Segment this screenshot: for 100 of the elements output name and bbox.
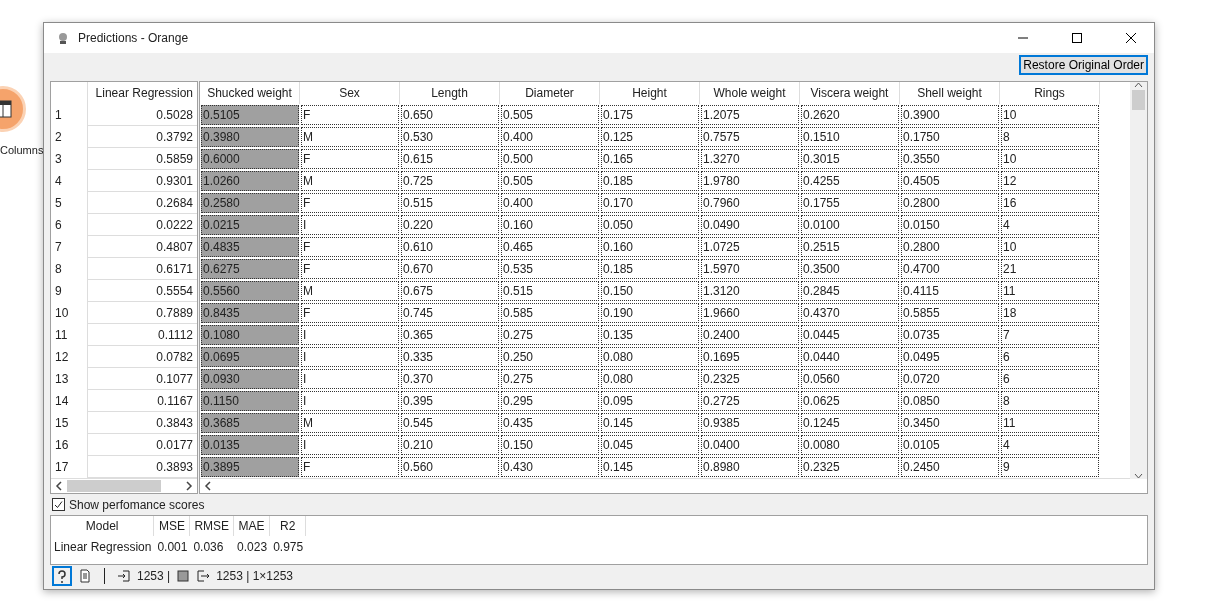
table-cell: 0.0490 — [701, 214, 799, 235]
table-cell: 10 — [1001, 148, 1099, 169]
scroll-down-icon[interactable] — [1134, 472, 1143, 479]
table-cell: 0.0105 — [901, 434, 999, 455]
table-cell: 0.650 — [401, 104, 499, 125]
row-number: 4 — [54, 173, 63, 188]
scroll-left-icon[interactable] — [204, 480, 212, 491]
prediction-cell: 0.0177 — [87, 433, 197, 456]
scroll-up-icon[interactable] — [1134, 81, 1143, 88]
table-cell: 0.3015 — [801, 148, 899, 169]
row-number: 6 — [54, 217, 63, 232]
table-cell: I — [301, 390, 399, 411]
app-icon — [56, 31, 70, 45]
prediction-cell: 0.5028 — [87, 103, 197, 126]
table-cell: 0.505 — [501, 104, 599, 125]
table-cell: 0.435 — [501, 412, 599, 433]
table-cell: 0.190 — [601, 302, 699, 323]
table-cell: 16 — [1001, 192, 1099, 213]
column-header[interactable]: Whole weight — [700, 81, 800, 104]
table-cell: 0.0850 — [901, 390, 999, 411]
table-cell: 0.125 — [601, 126, 699, 147]
table-cell-text: 0.036 — [192, 538, 225, 556]
table-cell: 0.675 — [401, 280, 499, 301]
scores-checkbox[interactable] — [52, 498, 65, 512]
row-number: 11 — [54, 327, 69, 342]
table-cell-text: Linear Regression — [53, 538, 153, 556]
window-title: Predictions - Orange — [78, 31, 190, 45]
table-cell: 21 — [1001, 258, 1099, 279]
row-number: 1 — [54, 107, 63, 122]
help-icon[interactable] — [52, 566, 72, 587]
table-cell: 10 — [1001, 104, 1099, 125]
table-cell: 0.400 — [501, 126, 599, 147]
table-cell: 0.135 — [601, 324, 699, 345]
table-cell: 9 — [1001, 456, 1099, 477]
row-number: 13 — [54, 371, 70, 386]
column-header: Model — [51, 515, 155, 536]
table-cell: 0.560 — [401, 456, 499, 477]
row-number: 2 — [54, 129, 63, 144]
prediction-cell: 0.6171 — [87, 257, 197, 280]
table-cell: 0.505 — [501, 170, 599, 191]
table-cell: 0.8435 — [201, 302, 299, 323]
table-cell: 4 — [1001, 434, 1099, 455]
table-cell-text: 0.023 — [236, 538, 269, 556]
table-cell: 0.3980 — [201, 126, 299, 147]
prediction-cell: 0.3843 — [87, 411, 197, 434]
column-header[interactable]: Rings — [1000, 81, 1100, 104]
table-cell: 8 — [1001, 390, 1099, 411]
restore-order-button[interactable]: Restore Original Order — [1019, 55, 1148, 75]
table-cell: 0.045 — [601, 434, 699, 455]
table-cell: 0.3450 — [901, 412, 999, 433]
row-number: 17 — [54, 459, 70, 474]
scroll-right-icon[interactable] — [185, 480, 193, 491]
table-cell: 1.0725 — [701, 236, 799, 257]
table-cell: 1.5970 — [701, 258, 799, 279]
vertical-scrollbar[interactable] — [1130, 81, 1147, 479]
row-number: 3 — [54, 151, 63, 166]
output-icon — [196, 569, 211, 584]
table-cell: 0.2800 — [901, 236, 999, 257]
row-number: 15 — [54, 415, 70, 430]
table-cell: 0.050 — [601, 214, 699, 235]
scroll-left-icon[interactable] — [55, 480, 63, 491]
table-cell: 0.1245 — [801, 412, 899, 433]
table-cell: 1.2075 — [701, 104, 799, 125]
column-header[interactable]: Length — [400, 81, 500, 104]
row-number: 9 — [54, 283, 63, 298]
close-icon[interactable] — [1125, 32, 1137, 44]
table-cell: 0.2800 — [901, 192, 999, 213]
table-cell: 0.1510 — [801, 126, 899, 147]
table-cell: I — [301, 214, 399, 235]
table-cell: 0.6275 — [201, 258, 299, 279]
table-cell: 0.7575 — [701, 126, 799, 147]
table-cell: 0.2845 — [801, 280, 899, 301]
table-cell: 0.530 — [401, 126, 499, 147]
table-cell: 0.2325 — [701, 368, 799, 389]
column-header[interactable]: Height — [600, 81, 700, 104]
scrollbar-thumb[interactable] — [67, 479, 161, 492]
scrollbar-thumb[interactable] — [1132, 89, 1145, 110]
table-cell: 0.150 — [601, 280, 699, 301]
table-cell: 0.2450 — [901, 456, 999, 477]
table-cell: 0.145 — [601, 456, 699, 477]
table-cell: 10 — [1001, 236, 1099, 257]
column-header[interactable]: Sex — [300, 81, 400, 104]
column-header[interactable]: Viscera weight — [800, 81, 900, 104]
table-cell: 0.6000 — [201, 148, 299, 169]
column-header[interactable]: Diameter — [500, 81, 600, 104]
table-cell: 11 — [1001, 412, 1099, 433]
table-cell: 0.335 — [401, 346, 499, 367]
column-header[interactable]: Linear Regression — [87, 81, 197, 104]
table-cell: F — [301, 148, 399, 169]
table-cell: 0.165 — [601, 148, 699, 169]
table-cell: 0.3900 — [901, 104, 999, 125]
column-header: RMSE — [190, 515, 235, 536]
table-cell: 0.275 — [501, 324, 599, 345]
maximize-icon[interactable] — [1071, 32, 1083, 44]
table-cell: 0.0100 — [801, 214, 899, 235]
column-header[interactable]: Shucked weight — [200, 81, 300, 104]
column-header: R2 — [270, 515, 307, 536]
table-cell-text: 0.001 — [156, 538, 189, 556]
input-icon — [117, 569, 131, 584]
column-header[interactable]: Shell weight — [900, 81, 1000, 104]
